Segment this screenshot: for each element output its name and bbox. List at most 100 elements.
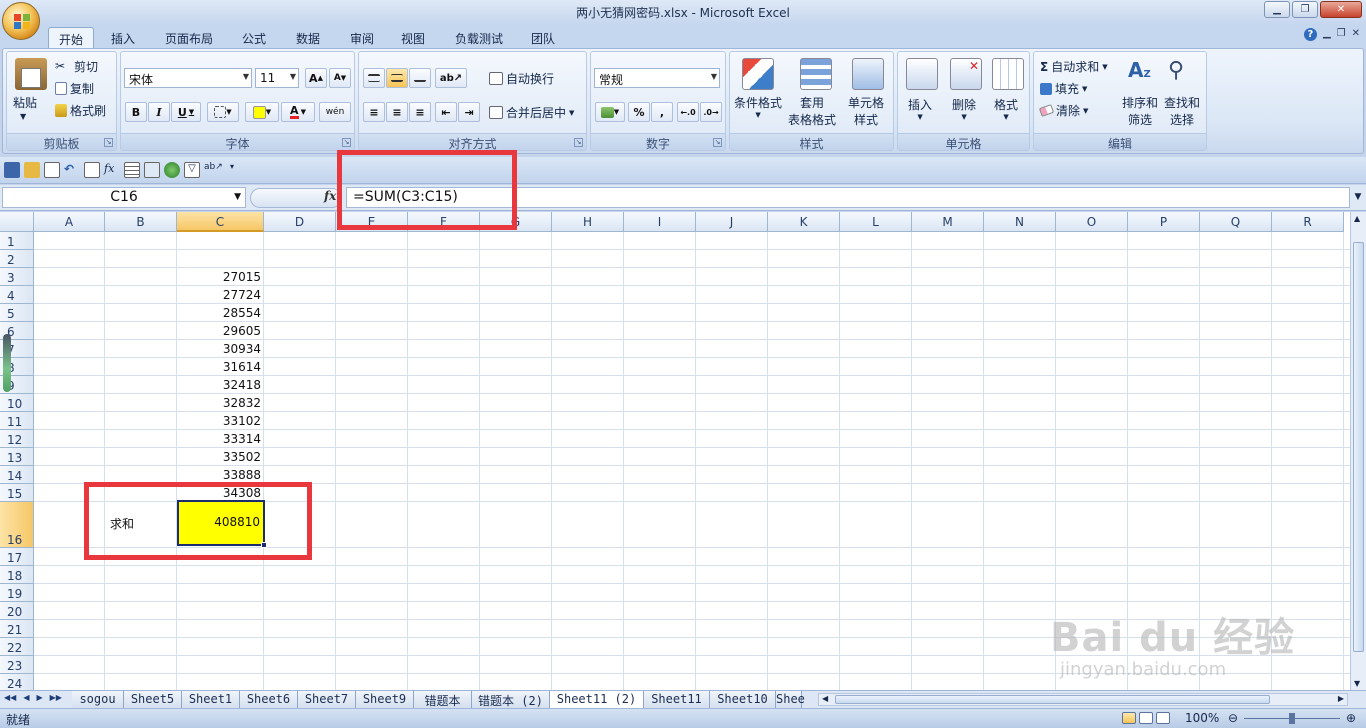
zoom-thumb[interactable]: [1289, 713, 1295, 724]
row-header-16[interactable]: 16: [0, 502, 34, 548]
cell-c9[interactable]: 32418: [177, 378, 264, 392]
page-break-view-icon[interactable]: [1156, 712, 1170, 724]
column-header-q[interactable]: Q: [1200, 212, 1272, 232]
insert-function-button[interactable]: fx: [324, 189, 336, 203]
undo-icon[interactable]: ↶: [64, 162, 80, 178]
draw-border-icon[interactable]: [84, 162, 100, 178]
sheet-tab[interactable]: Sheet11 (2): [550, 691, 644, 708]
cell-c6[interactable]: 29605: [177, 324, 264, 338]
cell-c5[interactable]: 28554: [177, 306, 264, 320]
vertical-scrollbar[interactable]: ▲ ▼: [1350, 212, 1366, 690]
zoom-out-icon[interactable]: ⊖: [1228, 711, 1238, 725]
fill-button[interactable]: 填充 ▼: [1040, 80, 1087, 97]
scroll-down-icon[interactable]: ▼: [1354, 679, 1360, 688]
zoom-level[interactable]: 100%: [1185, 711, 1219, 725]
cell-c4[interactable]: 27724: [177, 288, 264, 302]
sheet-tab[interactable]: Sheet1: [182, 691, 240, 708]
row-header-17[interactable]: 17: [0, 548, 34, 566]
align-center-button[interactable]: ≡: [386, 102, 408, 122]
normal-view-icon[interactable]: [1122, 712, 1136, 724]
row-header-22[interactable]: 22: [0, 638, 34, 656]
sheet-tab[interactable]: Sheet7: [298, 691, 356, 708]
clear-button[interactable]: 清除 ▼: [1038, 102, 1088, 119]
minimize-button[interactable]: ▁: [1264, 1, 1290, 18]
sheet-tab[interactable]: Sheet11: [644, 691, 710, 708]
row-header-5[interactable]: 5: [0, 304, 34, 322]
row-header-13[interactable]: 13: [0, 448, 34, 466]
cell-c13[interactable]: 33502: [177, 450, 264, 464]
format-painter-button[interactable]: 格式刷: [55, 102, 106, 119]
row-header-12[interactable]: 12: [0, 430, 34, 448]
sheet-tab[interactable]: 错题本 (2): [472, 691, 550, 708]
tab-team[interactable]: 团队: [522, 27, 564, 48]
align-left-button[interactable]: ≡: [363, 102, 385, 122]
decrease-decimal-button[interactable]: .0→: [700, 102, 722, 122]
copy-button[interactable]: 复制: [55, 80, 94, 97]
column-header-d[interactable]: D: [264, 212, 336, 232]
cell-c7[interactable]: 30934: [177, 342, 264, 356]
doc-minimize-icon[interactable]: ▁: [1323, 28, 1331, 41]
sheet-tab[interactable]: Sheet10: [710, 691, 776, 708]
cut-button[interactable]: ✂ 剪切: [55, 58, 98, 75]
tab-insert[interactable]: 插入: [102, 27, 144, 48]
column-header-l[interactable]: L: [840, 212, 912, 232]
cell-c14[interactable]: 33888: [177, 468, 264, 482]
sheet-tab[interactable]: Shee: [776, 691, 805, 708]
increase-decimal-button[interactable]: ←.0: [677, 102, 699, 122]
column-header-k[interactable]: K: [768, 212, 840, 232]
align-right-button[interactable]: ≡: [409, 102, 431, 122]
tab-load-test[interactable]: 负载测试: [446, 27, 512, 48]
column-header-o[interactable]: O: [1056, 212, 1128, 232]
conditional-format-button[interactable]: 条件格式 ▼: [734, 94, 782, 119]
column-header-r[interactable]: R: [1272, 212, 1344, 232]
doc-restore-icon[interactable]: ❐: [1337, 28, 1346, 41]
column-header-h[interactable]: H: [552, 212, 624, 232]
function-icon[interactable]: fx: [104, 162, 120, 178]
align-top-button[interactable]: [363, 68, 385, 88]
text-direction-icon[interactable]: ab↗: [204, 162, 223, 178]
scroll-right-icon[interactable]: ▶: [1338, 694, 1344, 703]
row-header-19[interactable]: 19: [0, 584, 34, 602]
scroll-up-icon[interactable]: ▲: [1354, 214, 1360, 223]
column-header-p[interactable]: P: [1128, 212, 1200, 232]
bold-button[interactable]: B: [125, 102, 147, 122]
percent-button[interactable]: %: [628, 102, 650, 122]
customize-qat-icon[interactable]: ▾: [224, 162, 240, 178]
cell-c11[interactable]: 33102: [177, 414, 264, 428]
doc-close-icon[interactable]: ✕: [1352, 28, 1360, 41]
help-icon[interactable]: ?: [1303, 28, 1317, 41]
page-layout-view-icon[interactable]: [1139, 712, 1153, 724]
next-sheet-icon[interactable]: ▶: [36, 693, 42, 702]
tab-page-layout[interactable]: 页面布局: [156, 27, 222, 48]
grow-font-button[interactable]: A ▲: [305, 68, 327, 88]
shrink-font-button[interactable]: A ▼: [329, 68, 351, 88]
row-header-20[interactable]: 20: [0, 602, 34, 620]
delete-cells-button[interactable]: 删除 ▼: [952, 96, 976, 121]
font-family-select[interactable]: 宋体 ▼: [124, 68, 252, 88]
autosum-button[interactable]: Σ 自动求和 ▼: [1040, 58, 1108, 75]
tab-review[interactable]: 审阅: [340, 27, 384, 48]
row-header-23[interactable]: 23: [0, 656, 34, 674]
row-header-1[interactable]: 1: [0, 232, 34, 250]
first-sheet-icon[interactable]: ◀◀: [4, 693, 16, 702]
form-icon[interactable]: [144, 162, 160, 178]
comma-button[interactable]: ,: [651, 102, 673, 122]
horizontal-scrollbar[interactable]: ◀ ▶: [818, 693, 1348, 706]
name-box[interactable]: C16 ▼: [2, 187, 246, 208]
save-icon[interactable]: [4, 162, 20, 178]
cell-c3[interactable]: 27015: [177, 270, 264, 284]
alignment-launcher-icon[interactable]: ↘: [574, 138, 583, 147]
tab-data[interactable]: 数据: [286, 27, 330, 48]
row-header-4[interactable]: 4: [0, 286, 34, 304]
align-middle-button[interactable]: [386, 68, 408, 88]
sort-filter-button[interactable]: 排序和 筛选: [1122, 94, 1158, 128]
wrap-text-button[interactable]: 自动换行: [489, 70, 554, 87]
column-header-b[interactable]: B: [105, 212, 177, 232]
row-header-14[interactable]: 14: [0, 466, 34, 484]
column-header-a[interactable]: A: [34, 212, 105, 232]
sheet-tab[interactable]: Sheet6: [240, 691, 298, 708]
column-header-c[interactable]: C: [177, 212, 264, 232]
zoom-in-icon[interactable]: ⊕: [1346, 711, 1356, 725]
paste-button[interactable]: 粘贴: [13, 94, 37, 111]
row-header-2[interactable]: 2: [0, 250, 34, 268]
